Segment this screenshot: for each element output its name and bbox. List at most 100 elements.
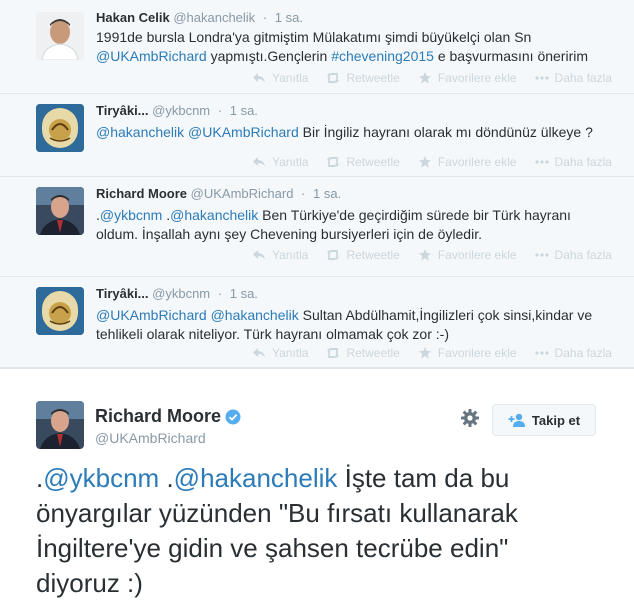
- retweet-icon: [326, 347, 340, 359]
- retweet-button[interactable]: Retweetle: [326, 71, 400, 85]
- retweet-button[interactable]: Retweetle: [326, 346, 400, 360]
- reply-button[interactable]: Yanıtla: [252, 346, 308, 360]
- retweet-icon: [326, 72, 340, 84]
- mention-link[interactable]: @hakanchelik: [96, 124, 184, 140]
- tweet-header: Tiryâki... @ykbcnm · 1 sa.: [96, 102, 622, 120]
- mention-link[interactable]: @hakanchelik: [211, 307, 299, 323]
- tweet-actions: Yanıtla Retweetle Favorilere ekle Daha f…: [252, 155, 630, 169]
- tweet-text-segment: Bir İngiliz hayranı olarak mı döndünüz ü…: [298, 124, 593, 140]
- tweet-text-segment: Ben Türkiye'de geçirdiğim sürede bir Tür…: [258, 207, 571, 223]
- more-dots-icon: [534, 156, 549, 168]
- more-button[interactable]: Daha fazla: [534, 71, 612, 85]
- tweet-time[interactable]: 1 sa.: [230, 286, 258, 301]
- main-tweet-text: .@ykbcnm .@hakanchelik İşte tam da bu ön…: [36, 461, 626, 601]
- tweet-text-line: oldum. İnşallah aynı şey Chevening bursi…: [96, 226, 482, 242]
- tweet-username[interactable]: @ykbcnm: [152, 286, 210, 301]
- more-dots-icon: [534, 249, 549, 261]
- avatar[interactable]: [36, 287, 84, 335]
- star-icon: [418, 249, 432, 261]
- mention-link[interactable]: @hakanchelik: [174, 463, 338, 493]
- favorite-button[interactable]: Favorilere ekle: [418, 71, 517, 85]
- tweet-text-segment: Sultan Abdülhamit,İngilizleri çok sinsi,…: [298, 307, 593, 323]
- more-button[interactable]: Daha fazla: [534, 155, 612, 169]
- tweet-fullname[interactable]: Tiryâki...: [96, 103, 149, 118]
- more-button[interactable]: Daha fazla: [534, 346, 612, 360]
- tweet-fullname[interactable]: Hakan Celik: [96, 10, 170, 25]
- tweet-time[interactable]: 1 sa.: [313, 186, 341, 201]
- separator-dot: ·: [301, 186, 306, 201]
- favorite-button[interactable]: Favorilere ekle: [418, 248, 517, 262]
- star-icon: [418, 72, 432, 84]
- tweet-fullname[interactable]: Tiryâki...: [96, 286, 149, 301]
- more-dots-icon: [534, 347, 549, 359]
- tweet-username[interactable]: @UKAmbRichard: [191, 186, 294, 201]
- star-icon: [418, 347, 432, 359]
- mention-link[interactable]: @ykbcnm: [43, 463, 159, 493]
- tweet-item[interactable]: Tiryâki... @ykbcnm · 1 sa. @UKAmbRichard…: [0, 277, 634, 368]
- reply-icon: [252, 72, 266, 84]
- mention-link[interactable]: @UKAmbRichard: [188, 124, 299, 140]
- tweet-item[interactable]: Tiryâki... @ykbcnm · 1 sa. @hakanchelik …: [0, 94, 634, 177]
- tweet-header: Richard Moore @UKAmbRichard · 1 sa.: [96, 185, 622, 203]
- add-user-icon: [508, 413, 526, 427]
- main-tweet-fullname[interactable]: Richard Moore: [95, 406, 241, 427]
- mention-link[interactable]: @UKAmbRichard: [96, 48, 207, 64]
- avatar[interactable]: [36, 401, 84, 449]
- retweet-icon: [326, 156, 340, 168]
- avatar[interactable]: [36, 12, 84, 60]
- tweet-text-line: diyoruz :): [36, 568, 143, 598]
- avatar[interactable]: [36, 187, 84, 235]
- tweet-fullname[interactable]: Richard Moore: [96, 186, 187, 201]
- hashtag-link[interactable]: #chevening2015: [331, 48, 434, 64]
- tweet-text-line: tehlikeli olarak niteliyor. Türk hayranı…: [96, 326, 449, 342]
- follow-button[interactable]: Takip et: [492, 404, 596, 436]
- tweet-item[interactable]: Richard Moore @UKAmbRichard · 1 sa. .@yk…: [0, 177, 634, 277]
- star-icon: [418, 156, 432, 168]
- reply-button[interactable]: Yanıtla: [252, 155, 308, 169]
- conversation-thread: Hakan Celik @hakanchelik · 1 sa. 1991de …: [0, 0, 634, 368]
- tweet-text-line: 1991de bursla Londra'ya gitmiştim Mülaka…: [96, 29, 532, 45]
- mention-link[interactable]: @hakanchelik: [170, 207, 258, 223]
- retweet-button[interactable]: Retweetle: [326, 248, 400, 262]
- favorite-button[interactable]: Favorilere ekle: [418, 155, 517, 169]
- reply-button[interactable]: Yanıtla: [252, 248, 308, 262]
- tweet-text-line: @UKAmbRichard @hakanchelik Sultan Abdülh…: [96, 306, 622, 325]
- tweet-text: @hakanchelik @UKAmbRichard Bir İngiliz h…: [96, 123, 622, 142]
- tweet-text: .@ykbcnm .@hakanchelik Ben Türkiye'de ge…: [96, 206, 622, 244]
- tweet-header: Hakan Celik @hakanchelik · 1 sa.: [96, 9, 622, 27]
- tweet-time[interactable]: 1 sa.: [230, 103, 258, 118]
- tweet-actions: Yanıtla Retweetle Favorilere ekle Daha f…: [252, 71, 630, 85]
- tweet-item[interactable]: Hakan Celik @hakanchelik · 1 sa. 1991de …: [0, 0, 634, 94]
- more-button[interactable]: Daha fazla: [534, 248, 612, 262]
- favorite-button[interactable]: Favorilere ekle: [418, 346, 517, 360]
- reply-icon: [252, 347, 266, 359]
- retweet-button[interactable]: Retweetle: [326, 155, 400, 169]
- tweet-time[interactable]: 1 sa.: [275, 10, 303, 25]
- more-dots-icon: [534, 72, 549, 84]
- main-tweet: Richard Moore @UKAmbRichard Takip et .@y…: [0, 368, 634, 607]
- tweet-username[interactable]: @ykbcnm: [152, 103, 210, 118]
- mention-link[interactable]: @ykbcnm: [100, 207, 162, 223]
- separator-dot: ·: [262, 10, 268, 25]
- tweet-text-segment: İşte tam da bu: [337, 463, 510, 493]
- tweet-header: Tiryâki... @ykbcnm · 1 sa.: [96, 285, 622, 303]
- reply-icon: [252, 156, 266, 168]
- avatar[interactable]: [36, 104, 84, 152]
- tweet-text-line: .@ykbcnm .@hakanchelik İşte tam da bu: [36, 463, 510, 493]
- separator-dot: ·: [217, 286, 223, 301]
- reply-icon: [252, 249, 266, 261]
- tweet-actions: Yanıtla Retweetle Favorilere ekle Daha f…: [252, 346, 630, 360]
- tweet-text-segment: e başvurmasını öneririm: [433, 48, 589, 64]
- main-tweet-username[interactable]: @UKAmbRichard: [95, 430, 206, 446]
- follow-label: Takip et: [531, 412, 581, 428]
- tweet-text-line: .@ykbcnm .@hakanchelik Ben Türkiye'de ge…: [96, 207, 571, 223]
- tweet-username[interactable]: @hakanchelik: [173, 10, 255, 25]
- reply-button[interactable]: Yanıtla: [252, 71, 308, 85]
- tweet-text: @UKAmbRichard @hakanchelik Sultan Abdülh…: [96, 306, 622, 344]
- mention-link[interactable]: @UKAmbRichard: [96, 307, 207, 323]
- fullname-text: Richard Moore: [95, 406, 222, 426]
- tweet-actions: Yanıtla Retweetle Favorilere ekle Daha f…: [252, 248, 630, 262]
- gear-icon[interactable]: [460, 408, 480, 428]
- tweet-text-line: önyargılar yüzünden "Bu fırsatı kullanar…: [36, 498, 518, 528]
- tweet-text-segment: yapmıştı.Gençlerin: [206, 48, 332, 64]
